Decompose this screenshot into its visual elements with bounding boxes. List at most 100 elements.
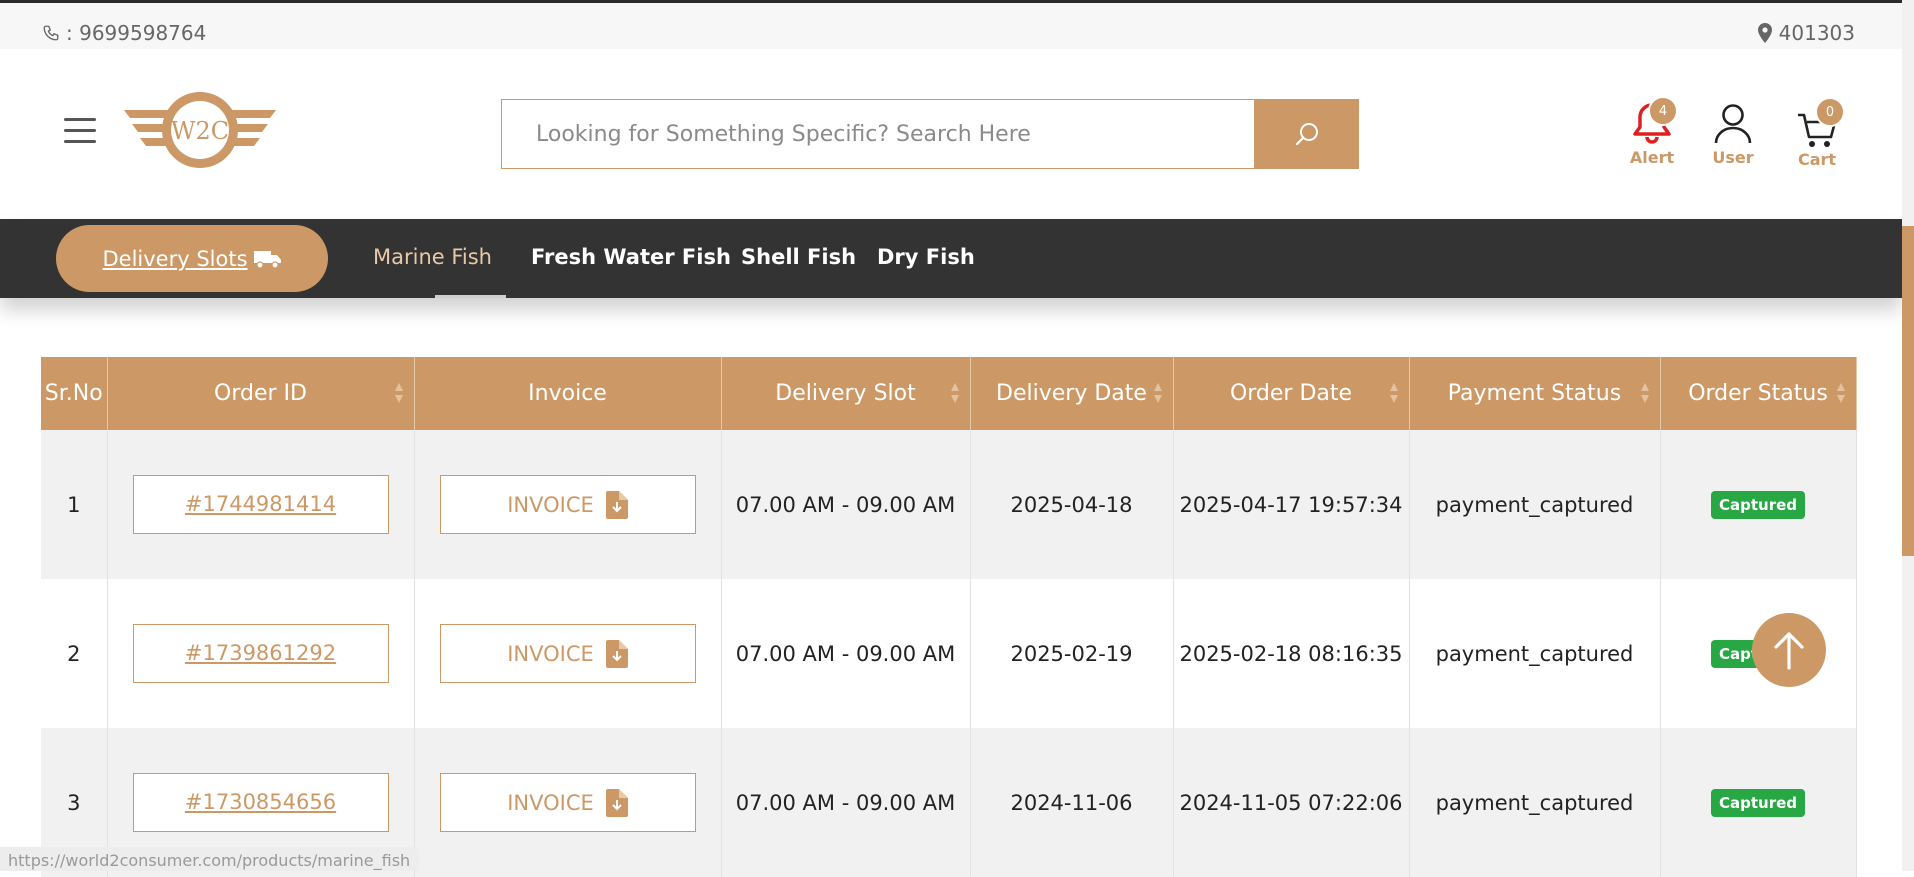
sort-icon <box>394 383 403 403</box>
orders-table: Sr.No Order ID Invoice Delivery Slot Del… <box>41 357 1857 877</box>
col-header-label: Order Status <box>1688 381 1828 406</box>
search-button[interactable] <box>1254 99 1359 169</box>
hamburger-line <box>64 129 96 132</box>
sort-icon <box>1153 383 1162 403</box>
order-id-link[interactable]: #1744981414 <box>132 475 389 534</box>
nav-shell-fish[interactable]: Shell Fish <box>741 245 856 269</box>
cell-invoice: INVOICE <box>414 579 722 728</box>
cell-payment-status: payment_captured <box>1409 728 1661 877</box>
phone-icon <box>43 25 59 41</box>
w2c-logo-graphic: W2C <box>124 92 276 168</box>
col-header-order-id[interactable]: Order ID <box>107 357 415 430</box>
col-header-delivery-date[interactable]: Delivery Date <box>970 357 1174 430</box>
location-info: 401303 <box>1757 21 1855 45</box>
user-label: User <box>1712 148 1754 167</box>
sort-icon <box>950 383 959 403</box>
category-navbar: Delivery Slots Marine Fish Fresh Water F… <box>0 219 1902 298</box>
menu-toggle-button[interactable] <box>64 118 96 144</box>
delivery-slots-button[interactable]: Delivery Slots <box>56 225 328 292</box>
cell-invoice: INVOICE <box>414 728 722 877</box>
alert-button[interactable]: 4 Alert <box>1617 96 1687 170</box>
alert-label: Alert <box>1629 148 1675 167</box>
hamburger-line <box>64 118 96 121</box>
nav-marine-fish[interactable]: Marine Fish <box>373 245 492 269</box>
invoice-label: INVOICE <box>507 492 594 517</box>
search-bar <box>501 99 1359 169</box>
invoice-button[interactable]: INVOICE <box>439 624 696 683</box>
logo-text: W2C <box>171 117 229 145</box>
cell-order-id: #1744981414 <box>107 430 415 579</box>
order-id-link[interactable]: #1730854656 <box>132 773 389 832</box>
browser-status-url: https://world2consumer.com/products/mari… <box>0 847 419 871</box>
col-header-label: Order Date <box>1229 381 1353 406</box>
file-download-icon <box>605 490 628 519</box>
cell-invoice: INVOICE <box>414 430 722 579</box>
file-download-icon <box>605 788 628 817</box>
col-header-label: Invoice <box>528 381 607 406</box>
cell-order-date: 2025-04-17 19:57:34 <box>1173 430 1410 579</box>
cell-delivery-slot: 07.00 AM - 09.00 AM <box>721 579 971 728</box>
delivery-slots-label: Delivery Slots <box>102 246 248 271</box>
col-header-payment-status[interactable]: Payment Status <box>1409 357 1661 430</box>
search-icon <box>1295 123 1318 146</box>
cell-order-date: 2025-02-18 08:16:35 <box>1173 579 1410 728</box>
hamburger-line <box>64 140 96 143</box>
col-header-invoice: Invoice <box>414 357 722 430</box>
pincode: 401303 <box>1778 21 1855 45</box>
col-header-label: Delivery Slot <box>775 381 916 406</box>
phone-info: : 9699598764 <box>42 21 206 45</box>
col-header-order-status[interactable]: Order Status <box>1660 357 1857 430</box>
nav-dry-fish[interactable]: Dry Fish <box>877 245 975 269</box>
col-header-label: Order ID <box>214 381 307 406</box>
col-header-order-date[interactable]: Order Date <box>1173 357 1410 430</box>
alert-count-badge: 4 <box>1648 96 1678 126</box>
arrow-up-icon <box>1774 632 1804 670</box>
user-icon <box>1714 104 1752 144</box>
orders-table-container: Sr.No Order ID Invoice Delivery Slot Del… <box>41 357 1857 877</box>
table-header-row: Sr.No Order ID Invoice Delivery Slot Del… <box>41 357 1857 430</box>
invoice-label: INVOICE <box>507 790 594 815</box>
map-pin-icon <box>1757 23 1772 43</box>
cell-sr-no: 1 <box>41 430 108 579</box>
order-id-link[interactable]: #1739861292 <box>132 624 389 683</box>
file-download-icon <box>605 639 628 668</box>
top-info-bar: : 9699598764 401303 <box>0 3 1902 49</box>
col-header-label: Payment Status <box>1447 381 1622 406</box>
invoice-button[interactable]: INVOICE <box>439 773 696 832</box>
status-badge: Captured <box>1710 788 1806 817</box>
cart-button[interactable]: 0 Cart <box>1782 97 1852 170</box>
cell-payment-status: payment_captured <box>1409 430 1661 579</box>
cart-count-badge: 0 <box>1815 97 1845 127</box>
search-input[interactable] <box>501 99 1254 169</box>
col-header-label: Delivery Date <box>996 381 1147 406</box>
cell-order-id: #1739861292 <box>107 579 415 728</box>
cell-sr-no: 2 <box>41 579 108 728</box>
invoice-label: INVOICE <box>507 641 594 666</box>
site-logo[interactable]: W2C <box>120 86 280 176</box>
user-button[interactable]: User <box>1698 100 1768 170</box>
sort-icon <box>1389 383 1398 403</box>
cell-payment-status: payment_captured <box>1409 579 1661 728</box>
phone-number: : 9699598764 <box>66 21 207 45</box>
cell-delivery-date: 2025-04-18 <box>970 430 1174 579</box>
scroll-to-top-button[interactable] <box>1752 613 1826 687</box>
scrollbar-thumb[interactable] <box>1902 226 1914 556</box>
cell-delivery-slot: 07.00 AM - 09.00 AM <box>721 728 971 877</box>
nav-fresh-water-fish[interactable]: Fresh Water Fish <box>531 245 731 269</box>
cart-label: Cart <box>1797 150 1837 169</box>
invoice-button[interactable]: INVOICE <box>439 475 696 534</box>
cell-order-status: Captured <box>1660 728 1857 877</box>
col-header-label: Sr.No <box>44 381 103 406</box>
sort-icon <box>1836 383 1845 403</box>
status-badge: Captured <box>1710 490 1806 519</box>
col-header-delivery-slot[interactable]: Delivery Slot <box>721 357 971 430</box>
table-row: 2 #1739861292 INVOICE 07.00 AM - 09.00 A… <box>41 579 1857 728</box>
cell-delivery-date: 2025-02-19 <box>970 579 1174 728</box>
sort-icon <box>1640 383 1649 403</box>
cell-delivery-slot: 07.00 AM - 09.00 AM <box>721 430 971 579</box>
truck-icon <box>253 250 281 269</box>
cell-order-date: 2024-11-05 07:22:06 <box>1173 728 1410 877</box>
table-row: 1 #1744981414 INVOICE 07.00 AM - 09.00 A… <box>41 430 1857 579</box>
cell-order-status: Captured <box>1660 430 1857 579</box>
col-header-sr-no: Sr.No <box>41 357 108 430</box>
